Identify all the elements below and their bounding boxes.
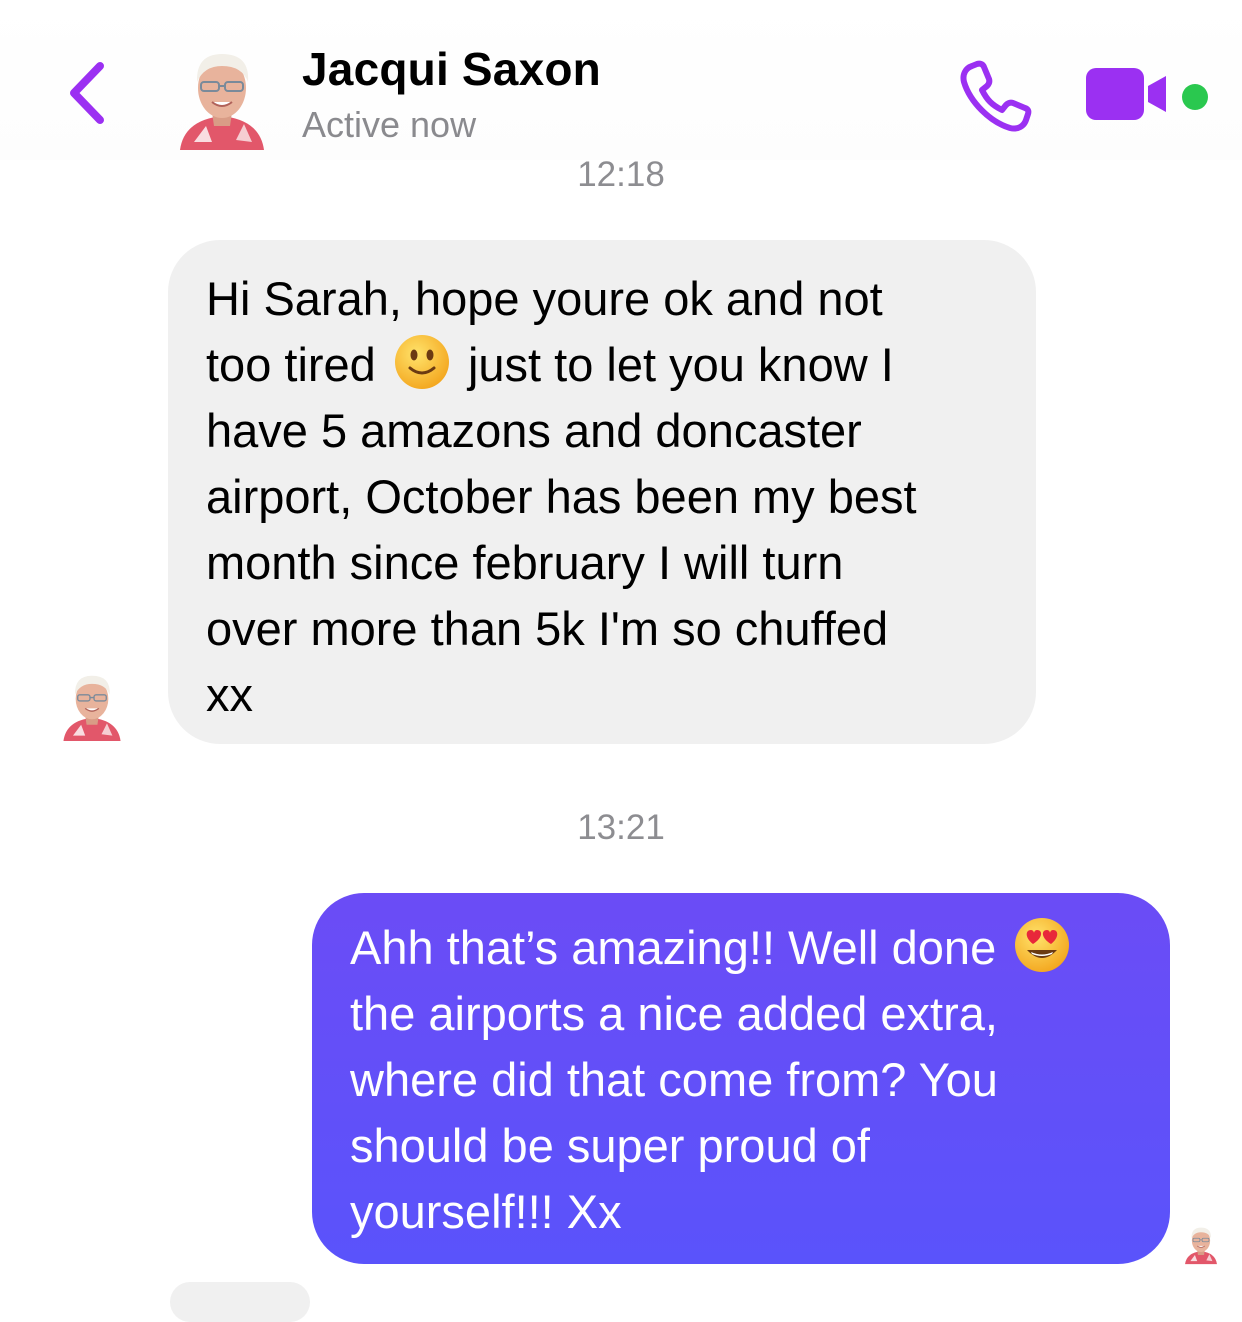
next-message-bubble <box>170 1282 310 1322</box>
outgoing-message-bubble[interactable]: Ahh that’s amazing!! Well done the airpo… <box>312 893 1170 1264</box>
contact-name[interactable]: Jacqui Saxon <box>302 42 601 96</box>
conversation-header: Jacqui Saxon Active now <box>0 0 1242 160</box>
chevron-left-icon[interactable] <box>62 58 112 128</box>
contact-avatar[interactable] <box>172 42 272 152</box>
heart-eyes-icon <box>1015 918 1070 972</box>
message-text: Ahh that’s amazing!! Well done the airpo… <box>350 915 1132 1245</box>
read-receipt-avatar <box>1182 1222 1220 1266</box>
slightly-smiling-face-icon <box>394 335 449 389</box>
phone-icon[interactable] <box>958 58 1034 134</box>
online-dot-icon <box>1182 84 1208 110</box>
video-camera-icon[interactable] <box>1084 66 1172 122</box>
timestamp: 12:18 <box>577 155 665 194</box>
message-text: Hi Sarah, hope youre ok and not too tire… <box>206 272 917 721</box>
incoming-message-bubble[interactable]: Hi Sarah, hope youre ok and not too tire… <box>168 240 1036 744</box>
active-status: Active now <box>302 104 477 145</box>
timestamp: 13:21 <box>577 808 665 847</box>
sender-avatar[interactable] <box>58 666 126 744</box>
